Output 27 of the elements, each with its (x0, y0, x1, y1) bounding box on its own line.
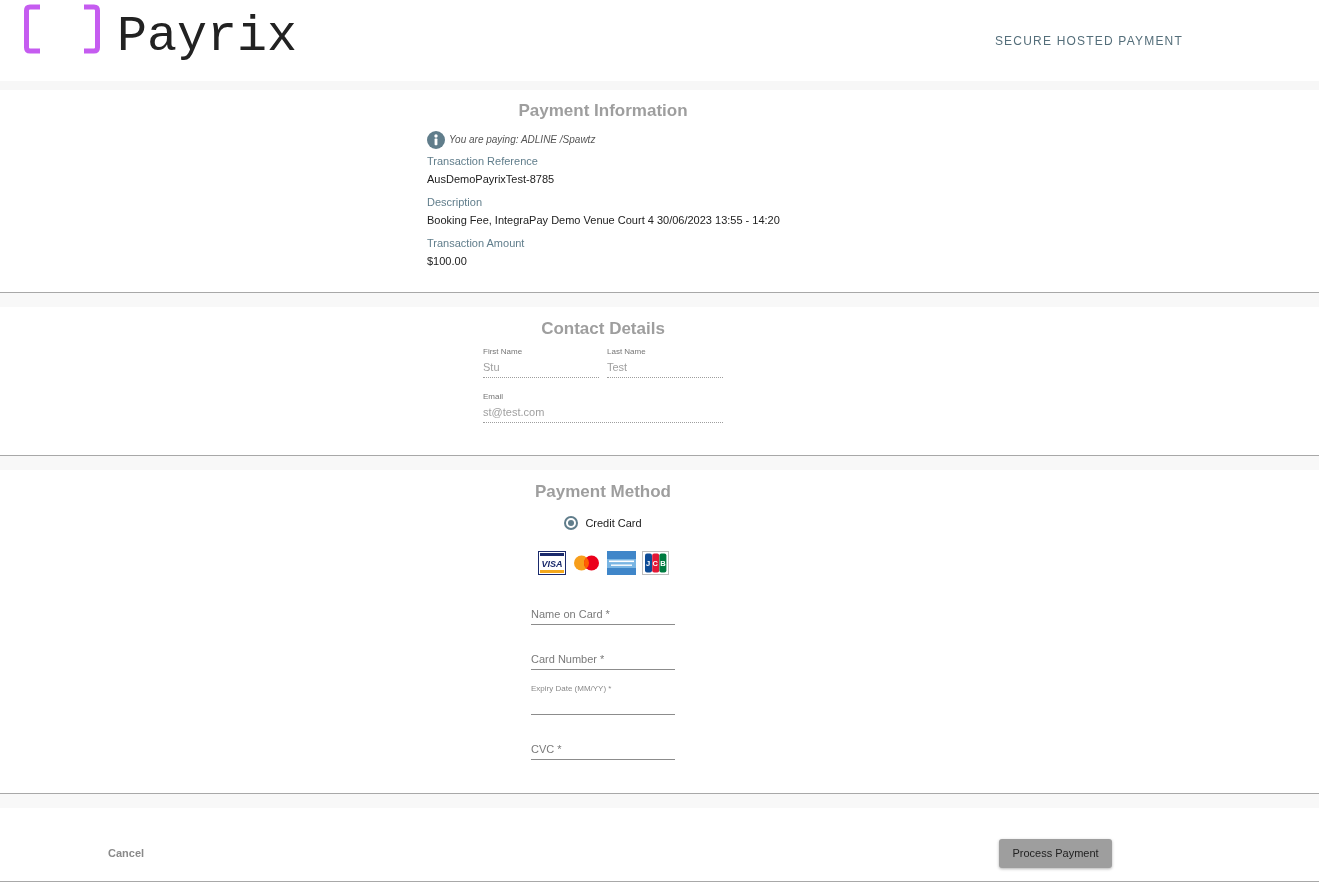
field-label: Expiry Date (MM/YY) * (531, 684, 612, 694)
radio-option[interactable]: Credit Card (564, 515, 642, 531)
info-icon (427, 131, 445, 149)
payment-notice: You are paying: ADLINE /Spawtz (449, 133, 596, 147)
field-label: First Name (483, 347, 524, 357)
detail-value: AusDemoPayrixTest-8785 (427, 172, 555, 187)
section-title: Payment Method (534, 482, 672, 502)
input-field[interactable]: Card Number * (531, 649, 675, 670)
logo-text: Payrix (117, 12, 298, 62)
field-label: Email (483, 392, 504, 402)
cancel-button[interactable]: Cancel (100, 839, 153, 868)
detail-value: Booking Fee, IntegraPay Demo Venue Court 4 30/06/2023 13:55 - 14:20 (427, 213, 780, 228)
tagline: SECURE HOSTED PAYMENT (994, 33, 1183, 49)
detail-value: $100.00 (427, 254, 467, 269)
brackets-logo-icon (22, 3, 102, 55)
detail-label: Description (427, 195, 483, 210)
input-field[interactable]: CVC * (531, 739, 675, 760)
section-title: Contact Details (540, 319, 666, 339)
field-label: Last Name (607, 347, 647, 357)
input-field[interactable]: Name on Card * (531, 604, 675, 625)
detail-label: Transaction Amount (427, 236, 525, 251)
detail-label: Transaction Reference (427, 154, 538, 169)
visa-logo: VISA (537, 551, 566, 575)
radio-icon[interactable] (564, 516, 579, 530)
section-title: Payment Information (517, 101, 689, 121)
amex-logo-icon (606, 551, 636, 575)
process-payment-button[interactable]: Process Payment (999, 839, 1112, 868)
